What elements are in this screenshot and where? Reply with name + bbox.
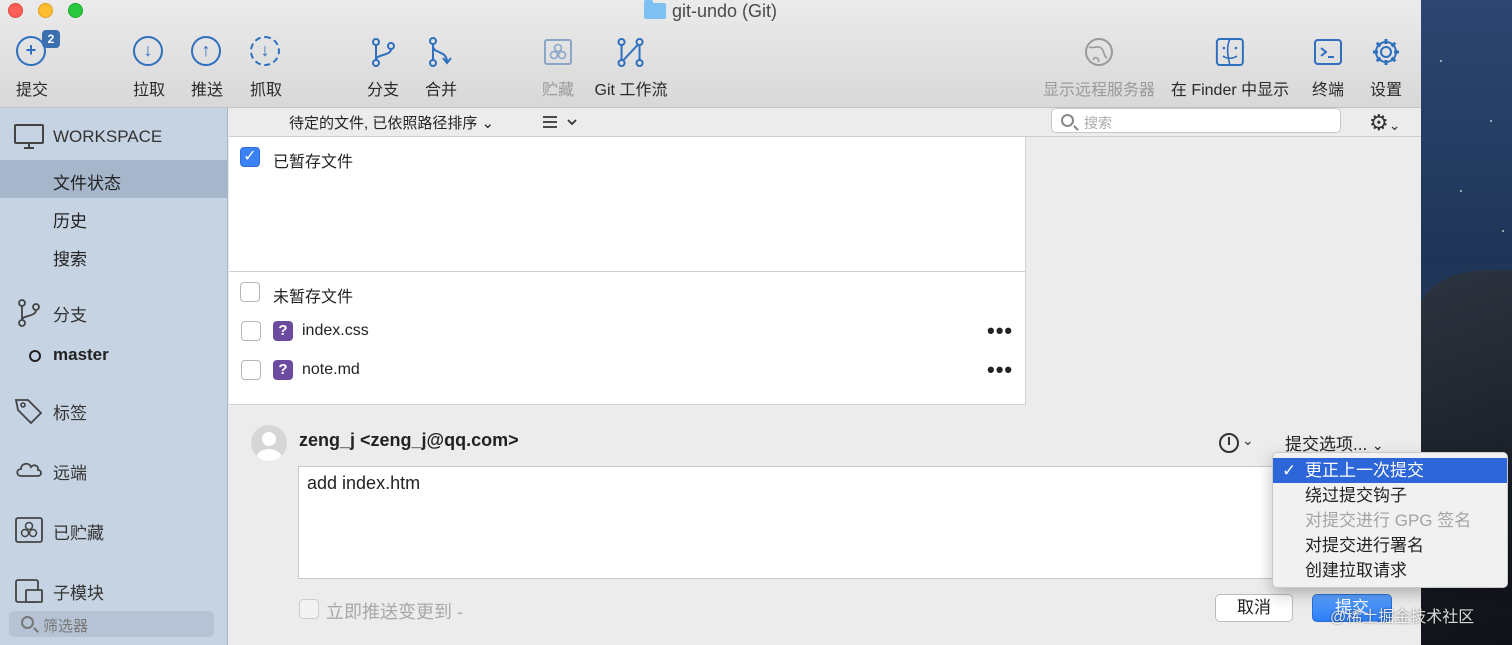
stash-toolbar-button[interactable]: 贮藏 (542, 36, 574, 100)
chevron-down-icon: ⌄ (481, 115, 495, 132)
finder-toolbar-button[interactable]: 在 Finder 中显示 (1171, 36, 1289, 100)
menu-item-create-pull-request[interactable]: 创建拉取请求 (1273, 558, 1507, 583)
branch-icon (367, 36, 399, 68)
push-immediately-checkbox[interactable] (299, 599, 319, 619)
more-options-icon[interactable]: ••• (987, 357, 1013, 383)
sidebar-section-submodules[interactable]: 子模块 (0, 568, 228, 608)
view-mode-dropdown[interactable] (542, 114, 582, 130)
search-icon (1061, 114, 1074, 127)
branch-toolbar-button[interactable]: 分支 (367, 36, 399, 100)
push-toolbar-button[interactable]: ↑ 推送 (190, 36, 223, 100)
commit-options-menu: ✓ 更正上一次提交 绕过提交钩子 对提交进行 GPG 签名 对提交进行署名 创建拉… (1272, 452, 1508, 588)
arrow-down-icon: ↓ (132, 36, 163, 66)
cancel-button[interactable]: 取消 (1215, 594, 1293, 622)
commit-toolbar-button[interactable]: +2 提交 (15, 30, 60, 100)
clock-icon (1219, 433, 1239, 453)
gitflow-icon (615, 36, 647, 68)
staged-files-panel: ✓ 已暂存文件 (229, 137, 1025, 272)
window-title: git-undo (Git) (0, 0, 1421, 22)
push-immediately-label: 立即推送变更到 - (326, 602, 463, 622)
sidebar-filter-input[interactable]: 筛选器 (9, 611, 214, 637)
watermark: @稀土掘金技术社区 (1330, 609, 1475, 626)
pull-toolbar-button[interactable]: ↓ 拉取 (132, 36, 165, 100)
chevron-down-icon: ⌄ (1388, 117, 1401, 133)
submodule-icon (14, 576, 44, 603)
app-window: git-undo (Git) +2 提交 ↓ 拉取 ↑ 推送 ↓ 抓取 分支 合… (0, 0, 1421, 645)
arrow-up-icon: ↑ (190, 36, 221, 66)
unstaged-select-all-checkbox[interactable] (240, 282, 260, 302)
sidebar-section-tags[interactable]: 标签 (0, 388, 228, 428)
sidebar-section-remotes[interactable]: 远端 (0, 448, 228, 488)
menu-item-amend-last-commit[interactable]: ✓ 更正上一次提交 (1273, 458, 1507, 483)
sidebar-item-file-status[interactable]: 文件状态 (0, 160, 228, 198)
staged-header: 已暂存文件 (273, 154, 354, 171)
terminal-toolbar-button[interactable]: 终端 (1312, 36, 1344, 100)
terminal-icon (1312, 36, 1344, 68)
chevron-down-icon: ⌄ (1371, 437, 1384, 453)
avatar (251, 425, 287, 461)
menu-item-sign-off[interactable]: 对提交进行署名 (1273, 533, 1507, 558)
unknown-file-icon: ? (273, 321, 293, 341)
unstaged-files-panel: 未暂存文件 ? index.css ••• ? note.md ••• (229, 272, 1025, 405)
settings-toolbar-button[interactable]: 设置 (1370, 36, 1402, 100)
commit-message-input[interactable]: add index.htm (298, 466, 1298, 579)
file-name: note.md (302, 361, 360, 378)
pending-count-badge: 2 (41, 30, 60, 48)
unstaged-header: 未暂存文件 (273, 289, 354, 306)
file-options-button[interactable]: ⚙⌄ (1369, 110, 1400, 136)
diff-preview-panel (1025, 137, 1421, 405)
monitor-icon (14, 124, 44, 150)
toolbar: git-undo (Git) +2 提交 ↓ 拉取 ↑ 推送 ↓ 抓取 分支 合… (0, 0, 1421, 108)
file-checkbox[interactable] (241, 321, 261, 341)
file-search-input[interactable]: 搜索 (1051, 108, 1341, 133)
menu-item-bypass-hooks[interactable]: 绕过提交钩子 (1273, 483, 1507, 508)
sidebar-item-history[interactable]: 历史 (0, 198, 228, 236)
sidebar-section-workspace: WORKSPACE (0, 116, 228, 156)
folder-icon (643, 0, 666, 19)
remote-toolbar-button[interactable]: 显示远程服务器 (1043, 36, 1155, 100)
sort-dropdown[interactable]: 待定的文件, 已依照路径排序 ⌄ (289, 112, 494, 133)
stash-icon (542, 36, 574, 68)
menu-item-gpg-sign: 对提交进行 GPG 签名 (1305, 511, 1472, 530)
unknown-file-icon: ? (273, 360, 293, 380)
stash-icon (14, 516, 44, 543)
sidebar-section-stashes[interactable]: 已贮藏 (0, 508, 228, 548)
cloud-icon (14, 456, 44, 482)
current-branch-icon (29, 350, 41, 362)
tag-icon (14, 396, 44, 425)
checkmark-icon: ✓ (1282, 461, 1297, 480)
search-icon (21, 616, 34, 629)
file-name: index.css (302, 322, 369, 339)
commit-panel: zeng_j <zeng_j@qq.com> ⌄ 提交选项... ⌄ add i… (229, 405, 1421, 645)
chevron-down-icon: ⌄ (1242, 432, 1254, 448)
sidebar-item-branch-master[interactable]: master (0, 336, 228, 374)
fetch-icon: ↓ (249, 36, 280, 66)
finder-icon (1214, 36, 1246, 68)
commit-author: zeng_j <zeng_j@qq.com> (299, 430, 519, 450)
gear-icon (1370, 36, 1402, 68)
merge-toolbar-button[interactable]: 合并 (425, 36, 457, 100)
file-list-toolbar: 待定的文件, 已依照路径排序 ⌄ 搜索 ⚙⌄ (229, 108, 1421, 137)
more-options-icon[interactable]: ••• (987, 318, 1013, 344)
sidebar-section-branches[interactable]: 分支 (0, 290, 228, 330)
gitflow-toolbar-button[interactable]: Git 工作流 (595, 36, 667, 100)
file-checkbox[interactable] (241, 360, 261, 380)
globe-icon (1083, 36, 1115, 68)
staged-select-all-checkbox[interactable]: ✓ (240, 147, 260, 167)
branch-icon (14, 298, 44, 327)
gear-icon: ⚙ (1369, 110, 1389, 135)
sidebar-item-search[interactable]: 搜索 (0, 236, 228, 274)
sidebar: WORKSPACE 文件状态 历史 搜索 分支 master 标签 远端 已贮藏… (0, 108, 228, 645)
fetch-toolbar-button[interactable]: ↓ 抓取 (249, 36, 282, 100)
merge-icon (425, 36, 457, 68)
